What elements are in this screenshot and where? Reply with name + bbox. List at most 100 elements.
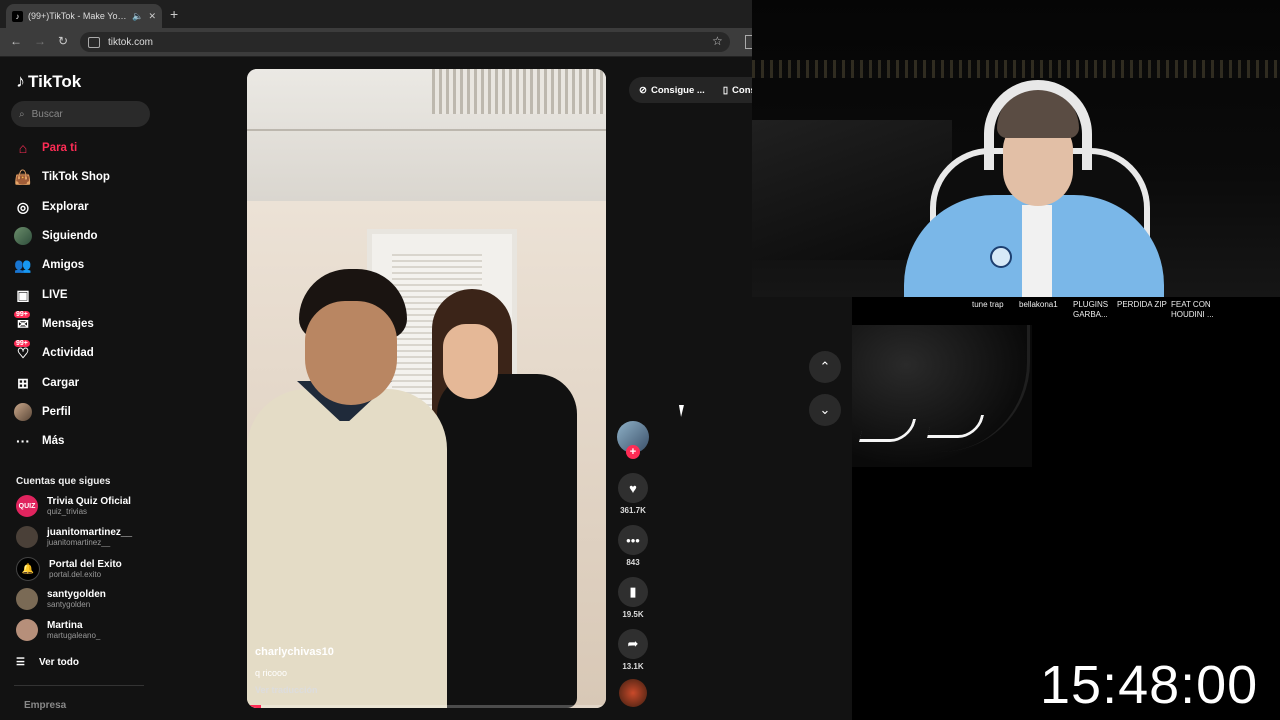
sidebar-item-live[interactable]: ▣ LIVE: [14, 286, 68, 304]
sidebar-item-mensajes[interactable]: ✉ 99+ Mensajes: [14, 311, 94, 333]
heart-icon[interactable]: ♥: [618, 473, 648, 503]
video-frame-figure: [305, 301, 397, 405]
video-player[interactable]: charlychivas10 q ricooo Ver traducción: [247, 69, 606, 708]
see-all-link[interactable]: ☰ Ver todo: [16, 657, 79, 668]
shop-bag-icon: 👜: [14, 168, 32, 185]
sidebar-item-cargar[interactable]: ⊞ Cargar: [14, 374, 79, 392]
comment-icon[interactable]: •••: [618, 525, 648, 555]
mouse-cursor-icon: [678, 405, 687, 417]
home-icon: ⌂: [18, 140, 28, 156]
notification-badge: 99+: [14, 340, 30, 347]
music-disc-icon[interactable]: [619, 679, 647, 707]
following-account[interactable]: Martina martugaleano_: [16, 619, 100, 641]
get-app-button[interactable]: ⊘ Consigue ... ▯ Cons: [629, 77, 766, 103]
save-action[interactable]: ▮ 19.5K: [618, 577, 648, 619]
footer-company-link[interactable]: Empresa: [24, 700, 66, 711]
following-account[interactable]: QUIZ Trivia Quiz Oficial quiz_trivias: [16, 495, 131, 517]
account-name: juanitomartinez__: [47, 526, 133, 538]
bookmark-item[interactable]: PERDIDA ZIP: [1117, 300, 1167, 310]
see-all-label: Ver todo: [38, 657, 79, 668]
account-avatar: [16, 526, 38, 548]
video-progress-bar[interactable]: [247, 705, 606, 708]
video-frame-vent: [432, 69, 606, 114]
coin-icon: ⊘: [639, 84, 647, 96]
sidebar-item-siguiendo[interactable]: Siguiendo: [14, 227, 98, 245]
sidebar: ♪ TikTok ⌕ Buscar ⌂ Para ti 👜 TikTok Sho…: [0, 57, 160, 720]
back-arrow-icon[interactable]: ←: [10, 34, 22, 48]
close-tab-icon[interactable]: ✕: [148, 11, 156, 22]
new-tab-button[interactable]: +: [170, 6, 178, 22]
compass-icon: ◎: [16, 198, 30, 215]
sidebar-item-label: Más: [42, 435, 65, 447]
sidebar-item-para-ti[interactable]: ⌂ Para ti: [14, 139, 77, 157]
tab-title: (99+)TikTok - Make Your Da: [28, 11, 127, 21]
video-caption: q ricooo: [255, 668, 288, 678]
bookmark-item[interactable]: bellakona1: [1019, 300, 1058, 310]
bookmark-star-icon[interactable]: ☆: [712, 34, 723, 48]
upload-plus-icon: ⊞: [17, 374, 29, 391]
site-info-icon[interactable]: [88, 36, 100, 48]
account-handle: juanitomartinez__: [47, 537, 111, 547]
comment-count: 843: [626, 558, 640, 567]
comment-action[interactable]: ••• 843: [618, 525, 648, 567]
bookmark-bar: tune trap bellakona1 PLUGINS GARBA... PE…: [852, 297, 1280, 325]
address-bar[interactable]: tiktok.com: [80, 32, 730, 52]
next-video-button[interactable]: ⌄: [809, 394, 841, 426]
bookmark-item[interactable]: PLUGINS GARBA...: [1073, 300, 1113, 320]
sidebar-item-label: LIVE: [42, 289, 68, 301]
previous-video-button[interactable]: ⌃: [809, 351, 841, 383]
tiktok-logo[interactable]: ♪ TikTok: [16, 71, 81, 92]
search-input[interactable]: ⌕ Buscar: [11, 101, 150, 127]
sidebar-item-tiktok-shop[interactable]: 👜 TikTok Shop: [14, 168, 110, 186]
bookmark-icon[interactable]: ▮: [618, 577, 648, 607]
video-username[interactable]: charlychivas10: [255, 646, 334, 658]
browser-tab-strip: ♪ (99+)TikTok - Make Your Da 🔈 ✕ +: [0, 0, 752, 28]
get-app-label: Consigue ...: [650, 84, 705, 96]
friends-icon: 👥: [14, 256, 32, 273]
browser-tab[interactable]: ♪ (99+)TikTok - Make Your Da 🔈 ✕: [6, 4, 162, 28]
divider: [14, 685, 144, 686]
sidebar-item-label: Perfil: [42, 406, 71, 418]
sidebar-item-explorar[interactable]: ◎ Explorar: [14, 198, 89, 216]
share-action[interactable]: ➦ 13.1K: [618, 629, 648, 671]
sidebar-item-label: Cargar: [42, 377, 80, 389]
video-frame-figure: [437, 374, 577, 708]
account-name: Portal del Exito: [49, 558, 122, 570]
bookmark-item[interactable]: tune trap: [972, 300, 1004, 310]
following-account[interactable]: santygolden santygolden: [16, 588, 106, 610]
sidebar-item-label: TikTok Shop: [42, 171, 110, 183]
forward-arrow-icon[interactable]: →: [34, 34, 46, 48]
account-handle: santygolden: [47, 599, 91, 609]
account-name: santygolden: [47, 588, 106, 600]
sidebar-item-actividad[interactable]: ♡ 99+ Actividad: [14, 340, 94, 362]
share-icon[interactable]: ➦: [618, 629, 648, 659]
video-frame-figure: [443, 324, 498, 399]
streamer-jersey-stripe: [1022, 205, 1052, 297]
account-handle: portal.del.exito: [49, 569, 102, 579]
follow-plus-icon[interactable]: +: [626, 445, 640, 459]
sidebar-item-label: Actividad: [42, 347, 94, 359]
tiktok-page: ♪ TikTok ⌕ Buscar ⌂ Para ti 👜 TikTok Sho…: [0, 57, 852, 720]
club-crest-icon: [990, 246, 1012, 268]
search-placeholder: Buscar: [31, 108, 63, 120]
following-account[interactable]: juanitomartinez__ juanitomartinez__: [16, 526, 132, 548]
live-tv-icon: ▣: [16, 286, 30, 303]
activity-icon: ♡ 99+: [14, 340, 30, 361]
account-avatar: [16, 619, 38, 641]
sidebar-item-amigos[interactable]: 👥 Amigos: [14, 256, 84, 274]
reload-icon[interactable]: ↻: [58, 34, 68, 48]
like-count: 361.7K: [620, 506, 646, 515]
tiktok-favicon-icon: ♪: [12, 10, 23, 22]
search-icon: ⌕: [19, 108, 25, 120]
bookmark-item[interactable]: FEAT CON HOUDINI ...: [1171, 300, 1221, 320]
sidebar-item-perfil[interactable]: Perfil: [14, 403, 71, 421]
like-action[interactable]: ♥ 361.7K: [618, 473, 648, 515]
sidebar-item-label: Siguiendo: [42, 230, 98, 242]
city-lights: [752, 60, 1280, 78]
sidebar-item-mas[interactable]: ··· Más: [14, 432, 64, 450]
translate-link[interactable]: Ver traducción: [255, 685, 318, 695]
account-name: Martina: [47, 619, 83, 631]
video-frame-ceiling-grid: [247, 129, 606, 131]
following-account[interactable]: 🔔 Portal del Exito portal.del.exito: [16, 557, 122, 581]
speaker-icon[interactable]: 🔈: [132, 11, 143, 22]
